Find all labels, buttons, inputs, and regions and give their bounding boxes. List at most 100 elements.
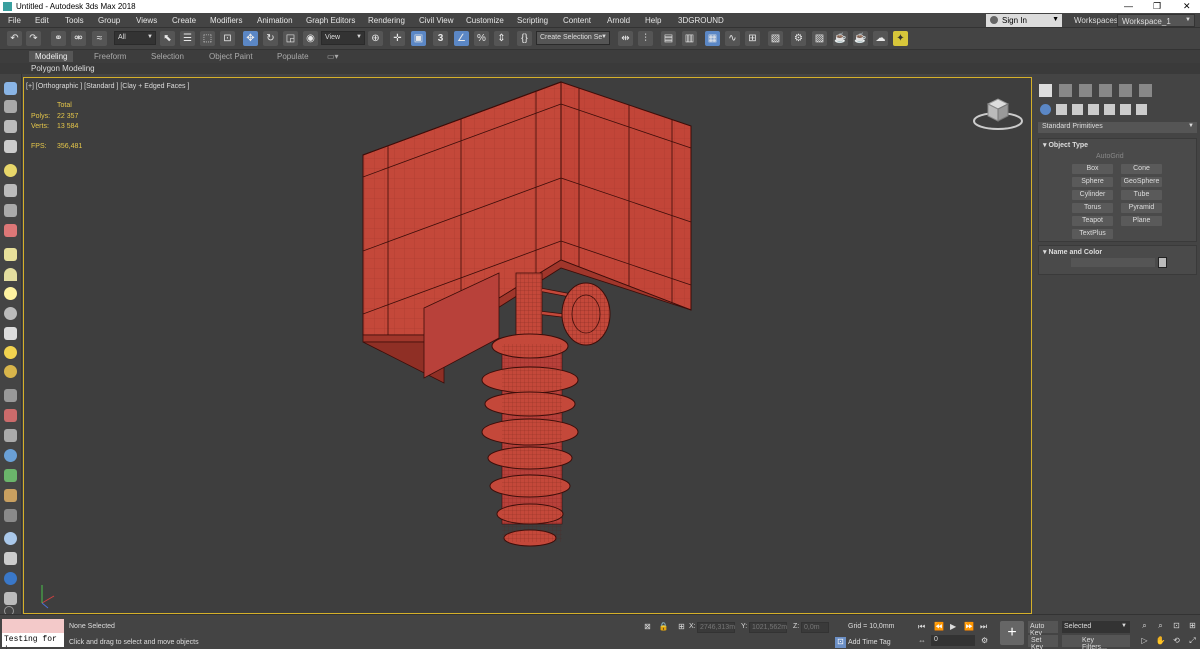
region-select-button[interactable]: ⬚ [200,31,215,46]
scene-explorer-icon[interactable] [4,100,17,113]
unlink-button[interactable]: ⚮ [71,31,86,46]
z-coordinate-field[interactable]: 0,0m [801,622,829,633]
pan-icon[interactable]: ✋ [1155,636,1166,647]
menu-views[interactable]: Views [136,16,157,25]
percent-snap-button[interactable]: % [474,31,489,46]
menu-group[interactable]: Group [98,16,120,25]
render-setup-button[interactable]: ⚙ [791,31,806,46]
next-frame-button[interactable]: ⏩ [964,622,974,631]
autogrid-checkbox[interactable]: AutoGrid [1096,153,1124,160]
menu-scripting[interactable]: Scripting [517,16,548,25]
maxscript-input[interactable]: Testing for : [2,633,64,649]
cameras-icon[interactable] [1088,104,1099,115]
person-icon[interactable] [4,429,17,442]
display-tab-icon[interactable] [1119,84,1132,97]
layer-icon[interactable] [4,120,17,133]
cone-icon[interactable] [4,327,17,340]
close-button[interactable]: ✕ [1183,1,1191,12]
bush-icon[interactable] [4,509,17,522]
menu-animation[interactable]: Animation [257,16,293,25]
plane-button[interactable]: Plane [1121,216,1162,226]
goto-end-button[interactable]: ⏭ [980,622,987,632]
previous-frame-button[interactable]: ⏪ [934,622,944,631]
minimize-button[interactable]: — [1124,1,1133,11]
space-warps-icon[interactable] [1120,104,1131,115]
keyboard-shortcut-override-button[interactable]: ▣ [411,31,426,46]
zoom-all-icon[interactable]: ⌕ [1155,621,1166,632]
align-button[interactable]: ⫶ [638,31,653,46]
select-by-name-button[interactable]: ☰ [180,31,195,46]
render-iterative-button[interactable]: ☕ [853,31,868,46]
lights-icon[interactable] [1072,104,1083,115]
light-bulb-icon[interactable] [4,164,17,177]
y-coordinate-field[interactable]: 1021,562m [749,622,787,633]
menu-create[interactable]: Create [172,16,196,25]
place-button[interactable]: ◉ [303,31,318,46]
ball-icon[interactable] [4,532,17,545]
select-rotate-button[interactable]: ↻ [263,31,278,46]
geosphere-icon[interactable] [4,365,17,378]
arnold-render-button[interactable]: ✦ [893,31,908,46]
menu-help[interactable]: Help [645,16,661,25]
set-keys-button[interactable]: + [1000,621,1024,645]
pivot-center-button[interactable]: ⊕ [368,31,383,46]
isolate-toggle-icon[interactable]: ⊠ [642,622,653,633]
sign-in-dropdown[interactable]: Sign In ▼ [986,14,1062,27]
object-name-field[interactable] [1071,258,1155,267]
menu-arnold[interactable]: Arnold [607,16,630,25]
bind-space-warp-button[interactable]: ≈ [92,31,107,46]
angle-snap-button[interactable]: ∠ [454,31,469,46]
menu-3dground[interactable]: 3DGROUND [678,16,724,25]
helpers-icon[interactable] [1104,104,1115,115]
modify-tab-icon[interactable] [1059,84,1072,97]
ribbon-tab-selection[interactable]: Selection [151,52,184,61]
set-key-button[interactable]: Set Key [1028,635,1058,649]
plane-icon[interactable] [4,248,17,261]
material-ball-icon[interactable] [4,572,17,585]
scene-explorer-button[interactable]: ▦ [705,31,720,46]
textplus-button[interactable]: TextPlus [1072,229,1113,239]
magnet-icon[interactable] [4,409,17,422]
edit-named-selection-button[interactable]: {} [517,31,532,46]
goto-start-button[interactable]: ⏮ [918,622,925,632]
ribbon-tab-modeling[interactable]: Modeling [29,51,74,62]
torus-icon[interactable] [4,307,17,320]
object-category-dropdown[interactable]: Standard Primitives ▼ [1038,122,1197,133]
foot-icon[interactable] [4,489,17,502]
link-button[interactable]: ⚭ [51,31,66,46]
selected-keys-dropdown[interactable]: Selected ▼ [1062,621,1130,633]
menu-modifiers[interactable]: Modifiers [210,16,242,25]
add-time-tag-button[interactable]: Add Time Tag [848,639,891,646]
maximize-viewport-icon[interactable]: ⤢ [1187,636,1198,647]
ribbon-tab-object-paint[interactable]: Object Paint [209,52,253,61]
globe-icon[interactable] [4,449,17,462]
render-cloud-button[interactable]: ☁ [873,31,888,46]
geometry-icon[interactable] [1040,104,1051,115]
spinner-snap-button[interactable]: ⇕ [494,31,509,46]
object-type-header[interactable]: ▾ Object Type [1039,139,1196,151]
select-move-button[interactable]: ✥ [243,31,258,46]
play-button[interactable]: ▶ [950,622,956,631]
key-mode-toggle[interactable]: ⇔ [918,636,926,645]
redo-button[interactable]: ↷ [26,31,41,46]
selection-filter-dropdown[interactable]: All ▼ [114,31,156,45]
ribbon-options-icon[interactable]: ▭▾ [327,52,339,61]
time-tag-icon[interactable]: ⊡ [835,637,846,648]
maxscript-output[interactable] [2,619,64,633]
gradient-icon[interactable] [4,552,17,565]
undo-button[interactable]: ↶ [7,31,22,46]
named-selection-dropdown[interactable]: Create Selection Se ▼ [536,31,610,45]
reference-coordinate-dropdown[interactable]: View ▼ [321,31,365,45]
zoom-icon[interactable]: ⌕ [1139,621,1150,632]
x-coordinate-field[interactable]: 2746,313m [697,622,735,633]
key-filters-button[interactable]: Key Filters... [1062,635,1130,649]
object-color-swatch[interactable] [1158,257,1167,268]
lock-selection-icon[interactable]: 🔒 [658,622,669,633]
layer-explorer-button[interactable]: ▤ [661,31,676,46]
zoom-extents-icon[interactable]: ⊡ [1171,621,1182,632]
render-production-button[interactable]: ☕ [833,31,848,46]
menu-rendering[interactable]: Rendering [368,16,405,25]
teapot-button[interactable]: Teapot [1072,216,1113,226]
menu-tools[interactable]: Tools [65,16,84,25]
orbit-icon[interactable]: ⟲ [1171,636,1182,647]
